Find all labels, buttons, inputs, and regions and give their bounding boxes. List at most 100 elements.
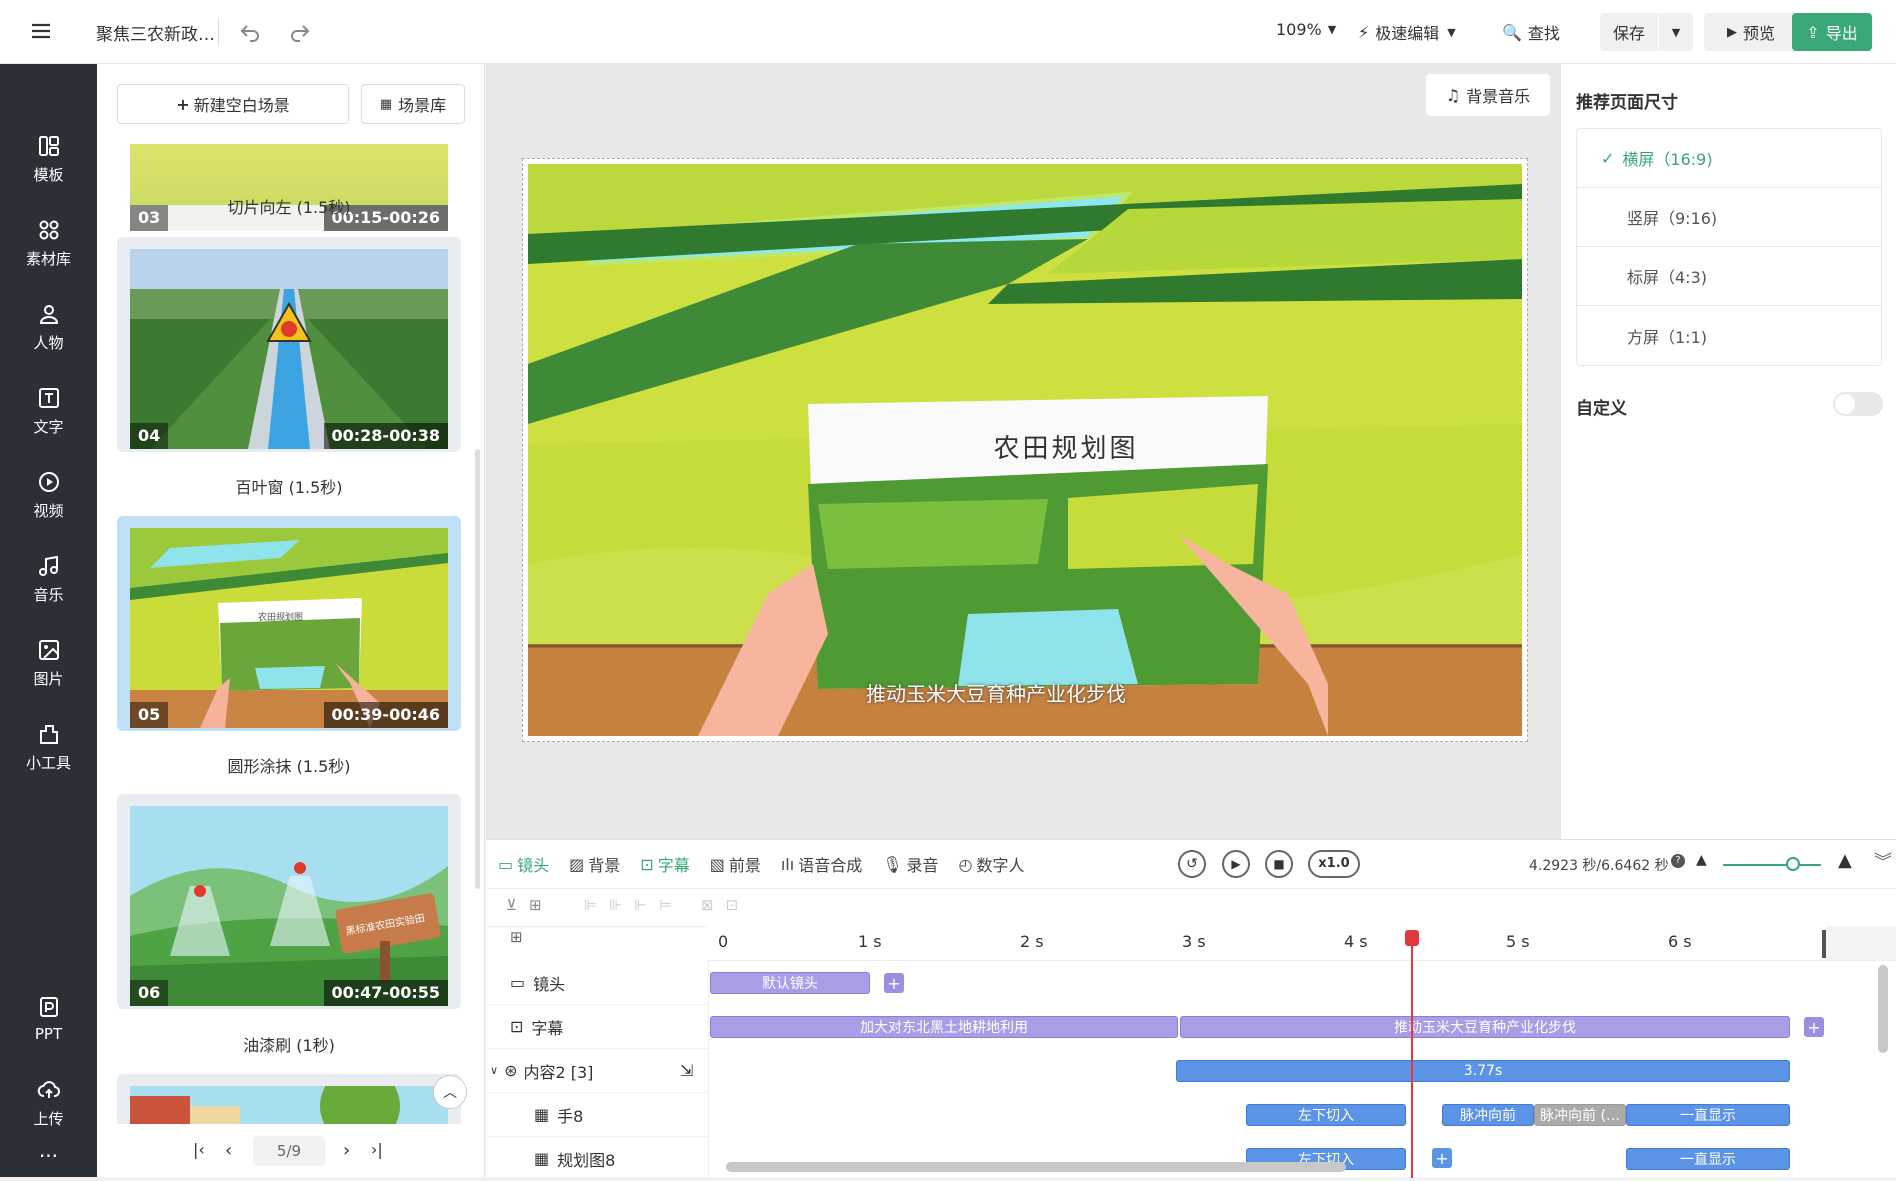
zoom-in-icon[interactable]: ▲ [1838,850,1852,871]
play-icon[interactable]: ▶ [1222,850,1250,878]
tab-record[interactable]: 🎙 录音 [882,852,938,876]
stop-icon[interactable]: ■ [1265,850,1293,878]
track-hand[interactable]: ▦ 手8 [486,1093,708,1137]
menu-icon[interactable] [30,20,52,42]
nav-item-person[interactable]: 人物 [0,292,97,362]
new-blank-scene-button[interactable]: + 新建空白场景 [117,84,349,124]
tab-tts[interactable]: ılı 语音合成 [781,852,862,876]
tab-background[interactable]: ▨ 背景 [569,852,620,876]
collapse-icon[interactable]: ︾ [1874,848,1892,874]
nav-label: 人物 [33,333,64,352]
content-group-clip[interactable]: 3.77s [1176,1060,1790,1082]
animation-clip[interactable]: 脉冲向前 (… [1534,1104,1626,1126]
nav-item-template[interactable]: 模板 [0,124,97,194]
size-option-landscape[interactable]: ✓ 横屏（16:9) [1577,129,1881,188]
redo-icon[interactable] [288,20,312,44]
background-music-button[interactable]: ♫ 背景音乐 [1426,74,1550,116]
track-content[interactable]: ∨ ⊛ 内容2 [3] ⇲ [486,1049,708,1093]
exit-group-icon[interactable]: ⇲ [680,1061,693,1080]
track-plan[interactable]: ▦ 规划图8 [486,1137,708,1181]
grid-icon: ▦ [379,96,393,112]
track-subtitle[interactable]: ⊡ 字幕 [486,1005,708,1049]
size-option-square[interactable]: 方屏（1:1) [1577,306,1881,365]
subtitle-clip[interactable]: 推动玉米大豆育种产业化步伐 [1180,1016,1790,1038]
document-title[interactable]: 聚焦三农新政… [96,20,215,45]
tab-label: 录音 [906,856,939,875]
time-ruler[interactable]: 0 1 s 2 s 3 s 4 s 5 s 6 s [708,926,1896,960]
layout-icon[interactable]: ⊞ [510,928,523,946]
add-camera-button[interactable]: + [884,973,904,993]
scroll-top-button[interactable]: ︿ [433,1075,467,1109]
page-size-title: 推荐页面尺寸 [1576,93,1678,113]
vertical-scrollbar[interactable] [1878,965,1888,1053]
scene-transition-label: 圆形涂抹 (1.5秒) [227,757,351,776]
nav-item-ppt[interactable]: PPT [0,984,97,1054]
nav-item-music[interactable]: 音乐 [0,544,97,614]
tab-subtitle[interactable]: ⊡ 字幕 [640,852,689,876]
scene-card[interactable]: 黑标准农田实验田 06 00:47-00:55 [117,794,461,1009]
save-button[interactable]: 保存 [1600,13,1658,51]
preview-button[interactable]: ▶ 预览 [1704,13,1798,51]
first-page-icon[interactable]: |‹ [193,1140,205,1159]
nav-item-upload[interactable]: 上传 [0,1068,97,1138]
edit-mode-select[interactable]: ⚡ 极速编辑 ▼ [1358,20,1456,44]
scene-card[interactable]: 03 00:15-00:26 [117,144,461,236]
camera-clip[interactable]: 默认镜头 [710,972,870,994]
tab-digital-human[interactable]: ◴ 数字人 [959,852,1025,876]
last-page-icon[interactable]: ›| [371,1140,383,1159]
animation-clip[interactable]: 左下切入 [1246,1104,1406,1126]
image-icon: ▦ [534,1149,550,1168]
scene-card-selected[interactable]: 农田规划图 05 00:39-00:46 [117,516,461,731]
prev-page-icon[interactable]: ‹ [225,1140,232,1161]
nav-item-text[interactable]: 文字 [0,376,97,446]
microphone-icon: 🎙 [882,854,903,874]
sign-title-text[interactable]: 农田规划图 [946,428,1186,465]
page-indicator[interactable]: 5/9 [253,1136,325,1166]
export-button[interactable]: ⇪ 导出 [1792,13,1872,51]
size-option-portrait[interactable]: 竖屏（9:16) [1577,188,1881,247]
zoom-out-icon[interactable]: ▲ [1696,852,1707,868]
tab-camera[interactable]: ▭ 镜头 [498,852,549,876]
add-subtitle-button[interactable]: + [1804,1017,1824,1037]
subtitle-clip[interactable]: 加大对东北黑土地耕地利用 [710,1016,1178,1038]
animation-clip[interactable]: 脉冲向前 [1442,1104,1534,1126]
subtitle-text[interactable]: 推动玉米大豆育种产业化步伐 [846,678,1146,707]
save-dropdown-button[interactable]: ▼ [1659,13,1693,51]
nav-item-image[interactable]: 图片 [0,628,97,698]
scene-time: 00:28-00:38 [323,423,448,449]
nav-item-assets[interactable]: 素材库 [0,208,97,278]
scene-scrollbar[interactable] [475,449,480,889]
horizontal-scrollbar[interactable] [726,1162,1346,1172]
zoom-select[interactable]: 109% ▼ [1276,20,1336,39]
scene-library-button[interactable]: ▦ 场景库 [361,84,465,124]
content-icon: ⊛ [504,1061,518,1080]
tab-foreground[interactable]: ▧ 前景 [710,852,761,876]
find-button[interactable]: 🔍 查找 [1502,20,1560,44]
time-readout: 4.2923 秒/6.6462 秒 [1529,858,1669,874]
zoom-slider[interactable] [1723,864,1821,866]
foreground-icon: ▧ [709,854,725,874]
custom-size-label: 自定义 [1576,399,1627,419]
nav-item-tools[interactable]: 小工具 [0,712,97,782]
custom-size-toggle[interactable] [1833,392,1883,416]
animation-clip[interactable]: 一直显示 [1626,1148,1790,1170]
filter-icon[interactable]: ⊻⊞ [506,896,554,914]
track-camera[interactable]: ▭ 镜头 [486,961,708,1005]
scene-time: 00:39-00:46 [323,702,448,728]
add-animation-button[interactable]: + [1432,1148,1452,1168]
size-option-standard[interactable]: 标屏（4:3) [1577,247,1881,306]
tab-label: 语音合成 [798,856,863,875]
zoom-slider-handle[interactable] [1786,857,1800,871]
replay-icon[interactable]: ↺ [1178,850,1206,878]
image-icon: ▦ [534,1105,550,1124]
more-icon[interactable]: ··· [0,1144,97,1168]
animation-clip[interactable]: 一直显示 [1626,1104,1790,1126]
nav-item-video[interactable]: 视频 [0,460,97,530]
undo-icon[interactable] [238,20,262,44]
ruler-tick: 6 s [1668,932,1692,951]
help-icon[interactable]: ? [1671,854,1685,868]
playback-speed[interactable]: x1.0 [1308,850,1360,878]
scene-card[interactable]: 04 00:28-00:38 [117,237,461,452]
nav-label: 视频 [33,501,64,520]
next-page-icon[interactable]: › [343,1140,350,1161]
